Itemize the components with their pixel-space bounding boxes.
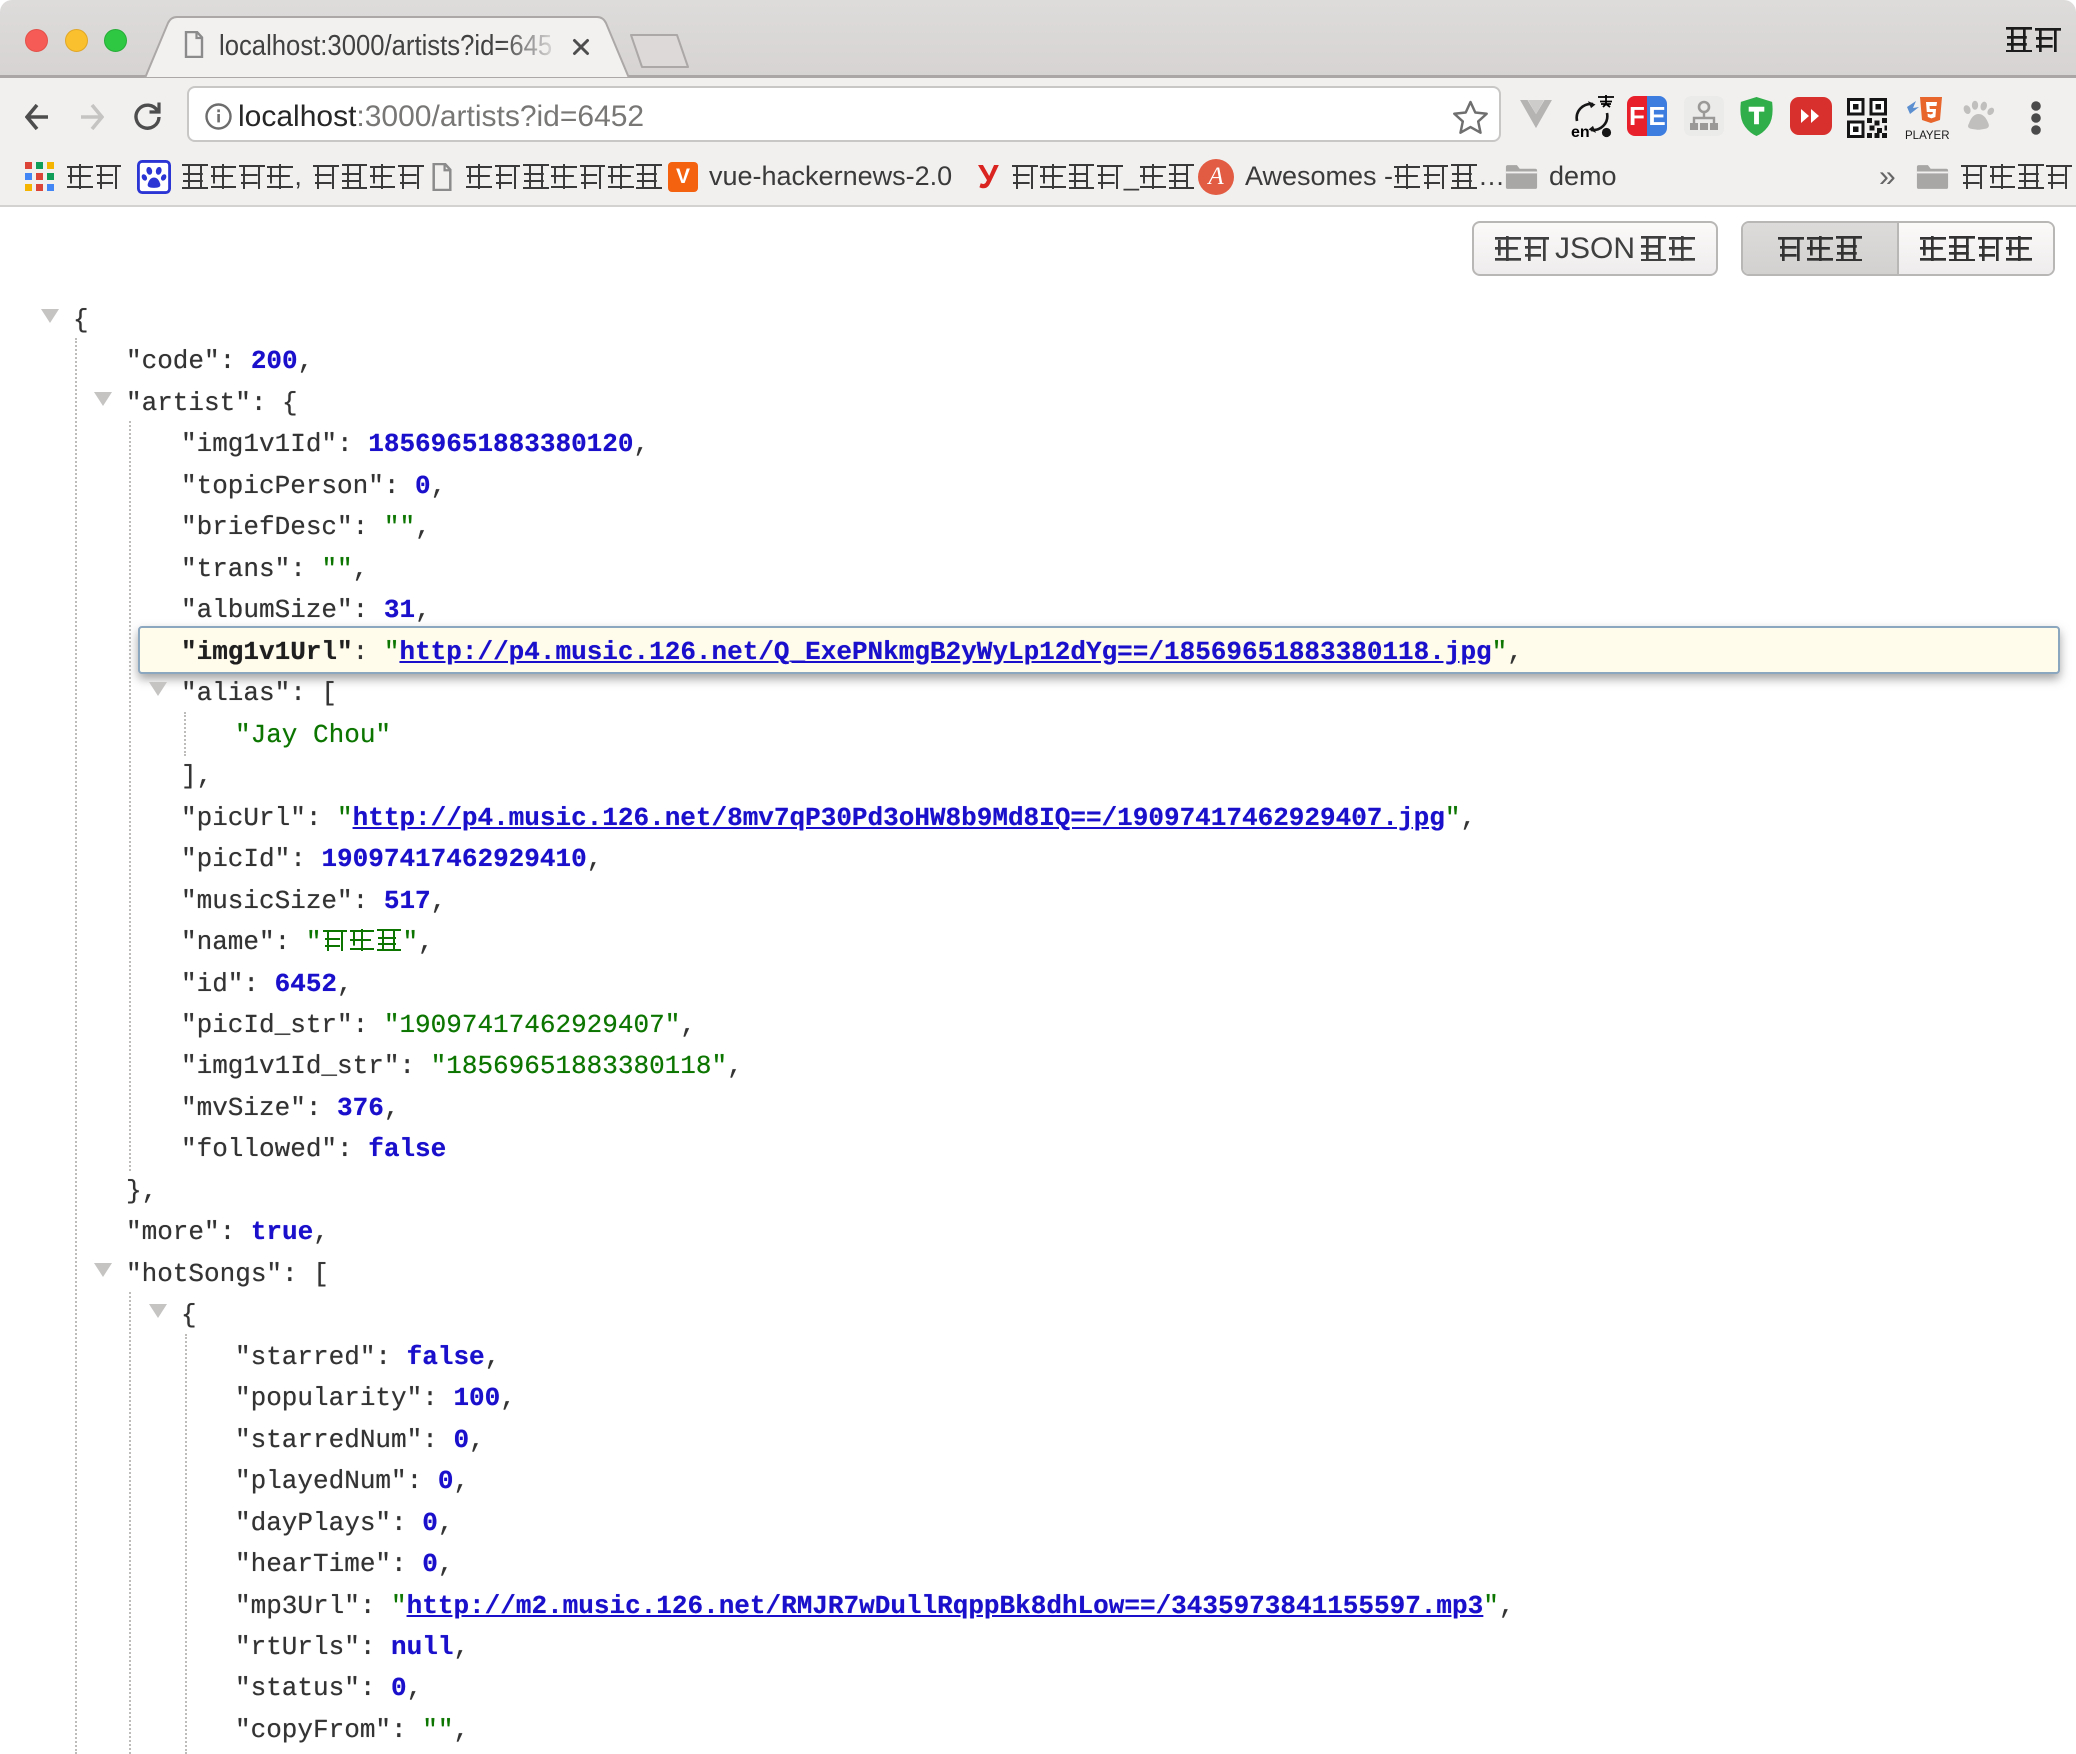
svg-text:en: en — [1571, 124, 1590, 140]
svg-text:PLAYER: PLAYER — [1905, 130, 1950, 141]
